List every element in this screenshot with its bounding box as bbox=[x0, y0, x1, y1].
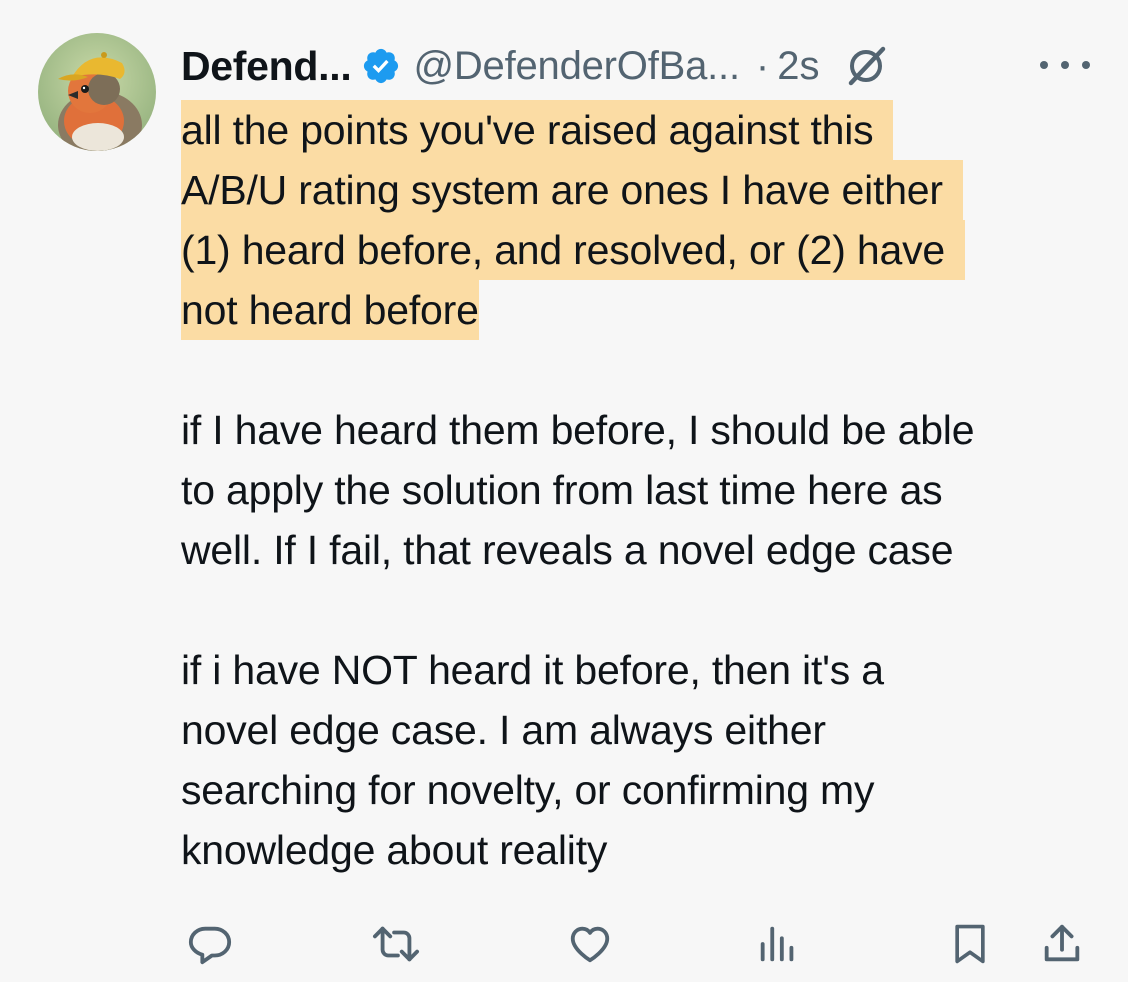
tweet-header: Defend... @DefenderOfBa... · 2s bbox=[181, 36, 1101, 96]
reply-icon[interactable] bbox=[184, 918, 236, 970]
text-line: to apply the solution from last time her… bbox=[181, 467, 943, 513]
text-line: knowledge about reality bbox=[181, 827, 608, 873]
share-icon[interactable] bbox=[1036, 918, 1088, 970]
separator-dot: · bbox=[755, 43, 770, 88]
author-display-name[interactable]: Defend... bbox=[181, 43, 352, 90]
like-icon[interactable] bbox=[564, 918, 616, 970]
text-line: well. If I fail, that reveals a novel ed… bbox=[181, 527, 954, 573]
grok-icon[interactable] bbox=[843, 43, 889, 89]
tweet-timestamp[interactable]: 2s bbox=[777, 44, 819, 89]
text-line: searching for novelty, or confirming my bbox=[181, 767, 875, 813]
text-line: novel edge case. I am always either bbox=[181, 707, 826, 753]
highlighted-line: all the points you've raised against thi… bbox=[181, 100, 894, 160]
text-line: if i have NOT heard it before, then it's… bbox=[181, 647, 884, 693]
avatar-robin-icon bbox=[38, 33, 156, 151]
verified-badge-icon[interactable] bbox=[361, 46, 401, 86]
highlighted-line: not heard before bbox=[181, 280, 479, 340]
bookmark-icon[interactable] bbox=[944, 918, 996, 970]
author-handle[interactable]: @DefenderOfBa... bbox=[413, 44, 740, 89]
tweet-text: all the points you've raised against thi… bbox=[181, 100, 1101, 880]
tweet: Defend... @DefenderOfBa... · 2s all the … bbox=[0, 0, 1128, 982]
views-icon[interactable] bbox=[752, 918, 804, 970]
action-bar bbox=[0, 918, 1128, 978]
highlighted-line: A/B/U rating system are ones I have eith… bbox=[181, 160, 963, 220]
text-line: if I have heard them before, I should be… bbox=[181, 407, 975, 453]
retweet-icon[interactable] bbox=[370, 918, 422, 970]
highlighted-line: (1) heard before, and resolved, or (2) h… bbox=[181, 220, 965, 280]
avatar[interactable] bbox=[38, 33, 156, 151]
more-options-icon[interactable] bbox=[1040, 48, 1090, 82]
